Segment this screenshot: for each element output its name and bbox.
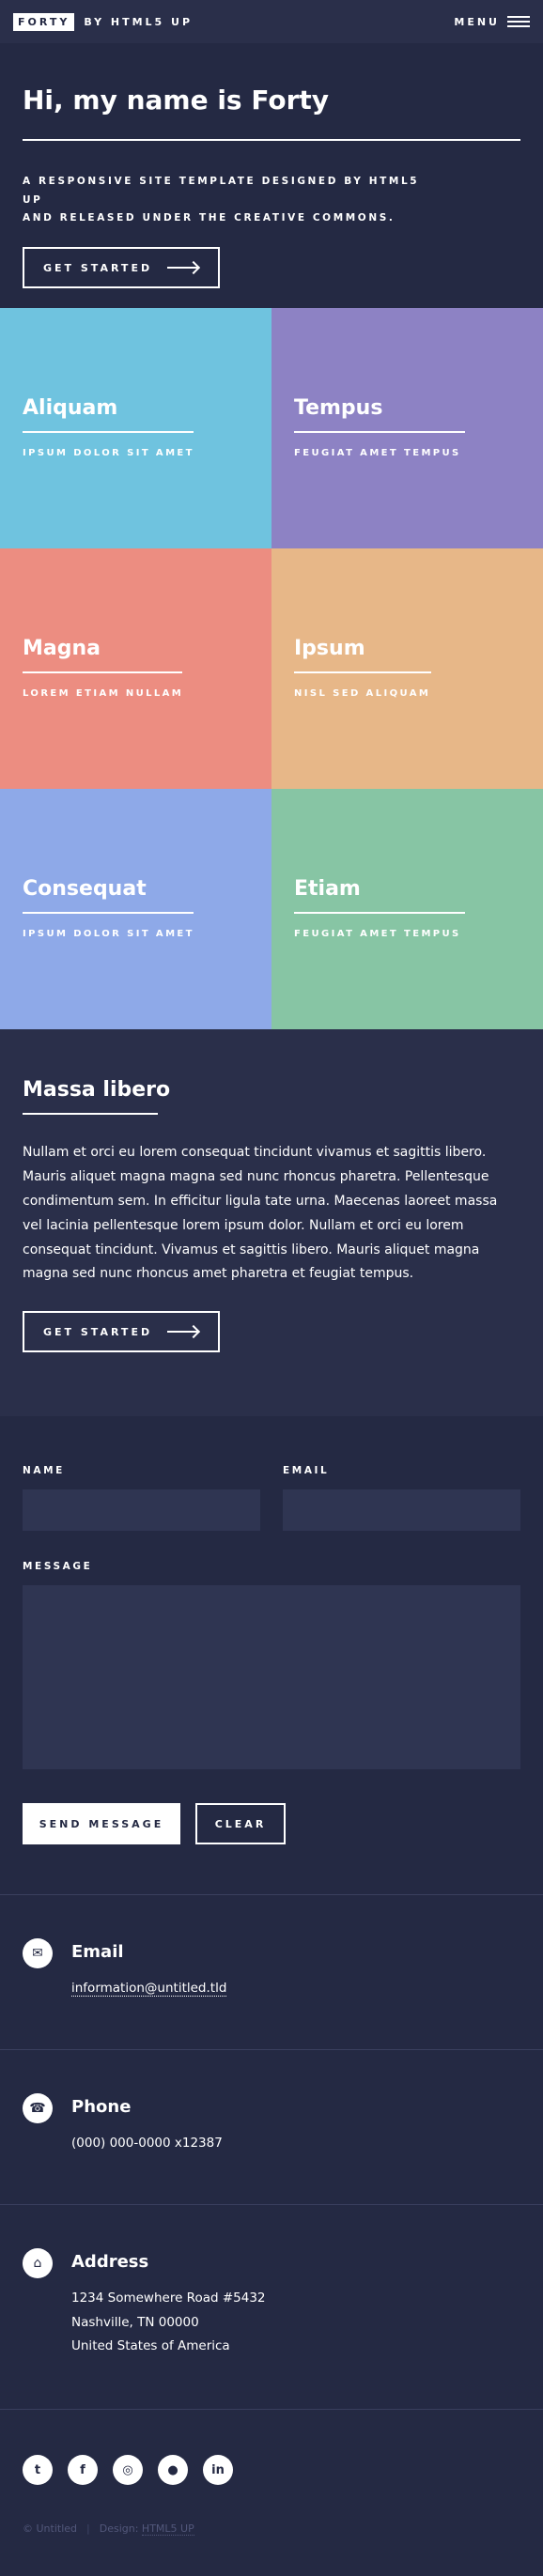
tile-caption: NISL SED ALIQUAM (294, 688, 431, 699)
social-links: t f ◎ ● in (23, 2455, 520, 2485)
tile-caption: FEUGIAT AMET TEMPUS (294, 929, 461, 939)
email-field-group: EMAIL (283, 1465, 520, 1531)
tile-aliquam[interactable]: Aliquam IPSUM DOLOR SIT AMET (0, 308, 272, 548)
tile-title[interactable]: Magna (23, 637, 249, 660)
logo[interactable]: FORTY BY HTML5 UP (13, 12, 193, 31)
tile-caption: IPSUM DOLOR SIT AMET (23, 929, 194, 939)
home-icon: ⌂ (23, 2248, 53, 2278)
contact-email: ✉ Email information@untitled.tld (0, 1895, 543, 2050)
send-message-button[interactable]: SEND MESSAGE (23, 1803, 180, 1844)
arrow-right-icon (167, 1326, 199, 1337)
contact-email-heading: Email (71, 1942, 124, 1962)
contact-phone-value: (000) 000-0000 x12387 (71, 2136, 223, 2151)
message-textarea[interactable] (23, 1585, 520, 1769)
tile-divider (23, 671, 182, 673)
logo-text[interactable]: BY HTML5 UP (84, 16, 193, 28)
design-link[interactable]: HTML5 UP (141, 2522, 194, 2536)
banner-title: Hi, my name is Forty (23, 85, 330, 116)
message-field-group: MESSAGE (23, 1561, 520, 1773)
contact-email-link[interactable]: information@untitled.tld (71, 1981, 227, 1997)
name-input[interactable] (23, 1489, 260, 1531)
design-prefix: Design: (99, 2522, 139, 2535)
section-heading: Massa libero (23, 1078, 171, 1102)
tile-title[interactable]: Etiam (294, 877, 520, 901)
contact-phone-heading: Phone (71, 2097, 132, 2117)
linkedin-icon[interactable]: in (203, 2455, 233, 2485)
arrow-right-icon (167, 262, 199, 273)
tile-title[interactable]: Tempus (294, 396, 520, 420)
twitter-icon[interactable]: t (23, 2455, 53, 2485)
email-label: EMAIL (283, 1465, 330, 1476)
get-started-button[interactable]: GET STARTED (23, 247, 221, 289)
copyright-separator: | (86, 2522, 90, 2535)
banner-divider (23, 138, 520, 141)
about-section: Massa libero Nullam et orci eu lorem con… (0, 1029, 543, 1416)
banner: Hi, my name is Forty A RESPONSIVE SITE T… (0, 43, 543, 308)
hamburger-icon[interactable] (507, 16, 530, 27)
section-body: Nullam et orci eu lorem consequat tincid… (23, 1145, 498, 1282)
design-credit: Design: HTML5 UP (99, 2522, 194, 2536)
get-started-label: GET STARTED (43, 1325, 153, 1338)
copyright-text: © Untitled (23, 2522, 78, 2535)
contact-address: ⌂ Address 1234 Somewhere Road #5432 Nash… (0, 2205, 543, 2410)
tile-title[interactable]: Ipsum (294, 637, 520, 660)
tile-consequat[interactable]: Consequat IPSUM DOLOR SIT AMET (0, 789, 272, 1029)
banner-subtitle-line2: AND RELEASED UNDER THE CREATIVE COMMONS. (23, 212, 396, 224)
tile-divider (294, 671, 431, 673)
facebook-icon[interactable]: f (68, 2455, 98, 2485)
menu-label[interactable]: MENU (454, 16, 500, 28)
name-label: NAME (23, 1465, 65, 1476)
banner-subtitle: A RESPONSIVE SITE TEMPLATE DESIGNED BY H… (23, 173, 427, 229)
contact-form: NAME EMAIL MESSAGE SEND MESSAGE CLEAR (0, 1416, 543, 1895)
tile-ipsum[interactable]: Ipsum NISL SED ALIQUAM (272, 548, 543, 789)
tile-caption: LOREM ETIAM NULLAM (23, 688, 184, 699)
phone-icon: ☎ (23, 2093, 53, 2123)
message-label: MESSAGE (23, 1561, 93, 1572)
address-line-3: United States of America (71, 2338, 230, 2354)
github-icon[interactable]: ● (158, 2455, 188, 2485)
tile-tempus[interactable]: Tempus FEUGIAT AMET TEMPUS (272, 308, 543, 548)
menu-toggle[interactable]: MENU (454, 16, 530, 28)
tile-divider (294, 912, 465, 914)
get-started-label: GET STARTED (43, 261, 153, 274)
tile-title[interactable]: Consequat (23, 877, 249, 901)
tile-caption: FEUGIAT AMET TEMPUS (294, 448, 461, 458)
tile-caption: IPSUM DOLOR SIT AMET (23, 448, 194, 458)
tile-divider (23, 912, 194, 914)
site-footer: t f ◎ ● in © Untitled | Design: HTML5 UP (0, 2410, 543, 2576)
instagram-icon[interactable]: ◎ (113, 2455, 143, 2485)
tile-etiam[interactable]: Etiam FEUGIAT AMET TEMPUS (272, 789, 543, 1029)
envelope-icon: ✉ (23, 1938, 53, 1968)
clear-button[interactable]: CLEAR (195, 1803, 286, 1844)
contact-address-heading: Address (71, 2252, 149, 2272)
tile-magna[interactable]: Magna LOREM ETIAM NULLAM (0, 548, 272, 789)
tiles-grid: Aliquam IPSUM DOLOR SIT AMET Tempus FEUG… (0, 308, 543, 1029)
address-line-2: Nashville, TN 00000 (71, 2314, 199, 2330)
contact-phone: ☎ Phone (000) 000-0000 x12387 (0, 2050, 543, 2205)
address-line-1: 1234 Somewhere Road #5432 (71, 2291, 266, 2306)
tile-divider (23, 431, 194, 433)
banner-subtitle-line1: A RESPONSIVE SITE TEMPLATE DESIGNED BY H… (23, 175, 420, 206)
site-header: FORTY BY HTML5 UP MENU (0, 0, 543, 43)
tile-title[interactable]: Aliquam (23, 396, 249, 420)
tile-divider (294, 431, 465, 433)
name-field-group: NAME (23, 1465, 260, 1531)
email-input[interactable] (283, 1489, 520, 1531)
get-started-button-secondary[interactable]: GET STARTED (23, 1311, 221, 1353)
section-divider (23, 1113, 158, 1115)
copyright: © Untitled | Design: HTML5 UP (23, 2522, 520, 2536)
logo-box[interactable]: FORTY (13, 12, 75, 31)
